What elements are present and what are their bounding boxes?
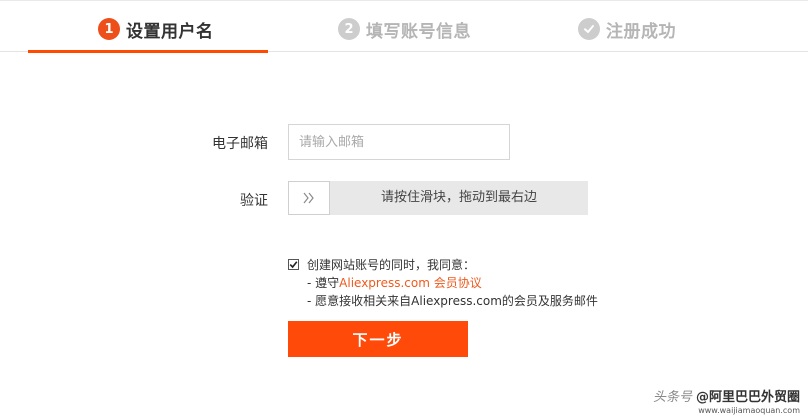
next-step-button[interactable]: 下一步	[288, 321, 468, 357]
step-label: 填写账号信息	[366, 21, 471, 42]
step-account-info: 2 填写账号信息	[338, 17, 471, 42]
verify-label: 验证	[240, 193, 268, 209]
agreement-lead: 创建网站账号的同时，我同意：	[307, 258, 476, 272]
watermark: 头条号 @阿里巴巴外贸圈	[653, 386, 800, 405]
step-label: 注册成功	[606, 21, 676, 42]
checkmark-icon	[289, 261, 298, 269]
step-registration-success: 注册成功	[578, 17, 676, 42]
active-step-underline	[28, 50, 268, 53]
slider-instruction: 请按住滑块，拖动到最右边	[380, 190, 537, 205]
check-circle-icon	[578, 18, 600, 40]
registration-steps: 1 设置用户名 2 填写账号信息 注册成功	[0, 0, 808, 53]
step-label: 设置用户名	[126, 21, 214, 42]
step-number-badge: 2	[338, 18, 360, 40]
watermark-title: @阿里巴巴外贸圈	[695, 390, 800, 405]
step-set-username: 1 设置用户名	[98, 17, 214, 42]
watermark-url: www.waijiamaoquan.com	[698, 406, 800, 415]
email-input[interactable]	[288, 124, 510, 160]
agreement-terms-line: - 遵守Aliexpress.com 会员协议	[307, 275, 482, 292]
agreement-email-line: - 愿意接收相关来自Aliexpress.com的会员及服务邮件	[307, 294, 598, 308]
email-label: 电子邮箱	[212, 136, 268, 152]
double-chevron-right-icon	[303, 192, 314, 204]
step-number-badge: 1	[98, 18, 120, 40]
slider-captcha: 请按住滑块，拖动到最右边	[288, 181, 588, 215]
slider-handle[interactable]	[288, 181, 330, 215]
agreement-terms-prefix: - 遵守	[307, 276, 340, 290]
agree-checkbox[interactable]	[288, 259, 299, 270]
watermark-prefix: 头条号	[652, 390, 692, 405]
member-agreement-link[interactable]: Aliexpress.com 会员协议	[339, 276, 482, 290]
